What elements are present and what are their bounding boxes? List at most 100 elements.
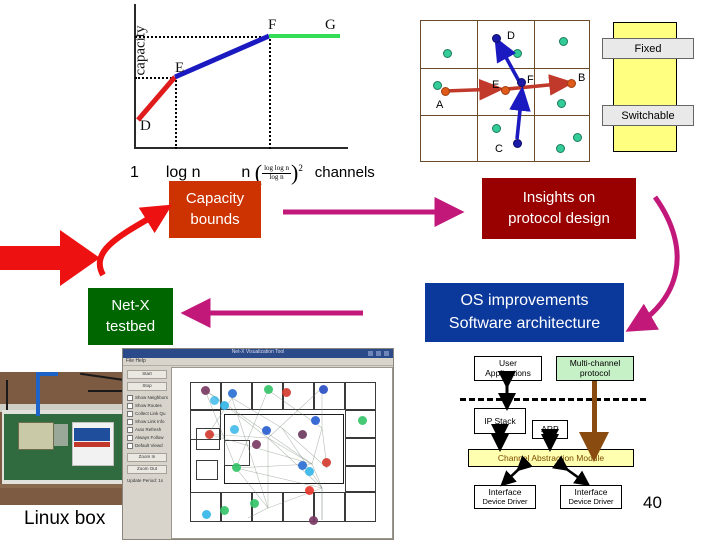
floorplan-node[interactable] xyxy=(311,416,320,425)
floorplan-node[interactable] xyxy=(322,458,331,467)
os-improvements-box[interactable]: OS improvements Software architecture xyxy=(425,283,624,342)
photo-ethernet-cable xyxy=(36,372,40,416)
floorplan-node[interactable] xyxy=(319,385,328,394)
chart-x-axis xyxy=(134,147,348,149)
checkbox-icon[interactable] xyxy=(127,403,133,409)
visualizer-status: Update Period: 1s xyxy=(127,478,164,483)
network-node xyxy=(492,124,501,133)
checkbox-show-link-info[interactable]: Show Link Info xyxy=(127,419,169,426)
arch-box-multi-channel-protocol: Multi-channel protocol xyxy=(556,356,634,381)
network-label-A: A xyxy=(436,99,444,111)
floorplan-node[interactable] xyxy=(202,510,211,519)
floorplan-node[interactable] xyxy=(252,440,261,449)
floorplan-node[interactable] xyxy=(250,499,259,508)
arch-kernel-boundary xyxy=(460,398,646,401)
network-node-A xyxy=(441,87,450,96)
netx-testbed-box[interactable]: Net-X testbed xyxy=(88,288,173,345)
checkbox-icon[interactable] xyxy=(127,435,133,441)
floorplan-node[interactable] xyxy=(262,426,271,435)
floorplan-canvas[interactable] xyxy=(171,367,393,539)
os-line1: OS improvements xyxy=(460,292,589,310)
checkbox-show-routes[interactable]: Show Routes xyxy=(127,403,169,410)
chart-y-axis xyxy=(134,4,136,148)
insights-box[interactable]: Insights on protocol design xyxy=(482,178,636,239)
floorplan-node[interactable] xyxy=(201,386,210,395)
window-title-bar[interactable]: Net-X Visualization Tool xyxy=(123,349,393,358)
chart-tick-logn xyxy=(175,77,177,149)
arch-ip-stack-label: IP Stack xyxy=(484,416,516,426)
menu-bar[interactable]: File Help xyxy=(123,358,393,366)
chart-point-label-D: D xyxy=(140,118,151,134)
arch-box-user-applications: User Applications xyxy=(474,356,542,381)
checkbox-icon[interactable] xyxy=(127,427,133,433)
capacity-chart: capacity D E F G xyxy=(112,0,412,185)
network-node-B xyxy=(567,79,576,88)
floorplan-elevator xyxy=(196,460,218,480)
arch-iface-left-line1: Interface xyxy=(488,487,522,497)
checkbox-label: Collect Link Qu xyxy=(135,411,166,417)
checkbox-icon[interactable] xyxy=(127,395,133,401)
floorplan-node[interactable] xyxy=(220,401,229,410)
floorplan-room xyxy=(345,466,376,492)
checkbox-auto-refresh[interactable]: Auto Refresh xyxy=(127,427,169,434)
checkbox-icon[interactable] xyxy=(127,419,133,425)
floorplan-node[interactable] xyxy=(305,486,314,495)
switchable-label-text: Switchable xyxy=(621,110,675,122)
floorplan-node[interactable] xyxy=(305,467,314,476)
close-icon[interactable] xyxy=(384,350,389,356)
chart-point-label-E: E xyxy=(175,60,185,76)
switchable-interface-label: Switchable xyxy=(602,105,694,126)
chart-fraction: log log n log n xyxy=(262,164,291,182)
checkbox-collect-link-quality[interactable]: Collect Link Qu xyxy=(127,411,169,418)
photo-chip xyxy=(54,424,68,446)
stop-button[interactable]: Stop xyxy=(127,382,167,391)
floorplan-node[interactable] xyxy=(230,425,239,434)
visualizer-sidebar[interactable]: Start Stop Show Neighbors Show Routes Co… xyxy=(124,367,170,539)
network-label-B: B xyxy=(578,72,586,84)
photo-antenna-wire-2 xyxy=(80,372,126,382)
chart-gridline-E xyxy=(135,77,175,79)
floorplan-node[interactable] xyxy=(205,430,214,439)
grid-vline-1 xyxy=(477,21,478,161)
photo-card-stripe xyxy=(74,428,110,441)
checkbox-icon[interactable] xyxy=(127,411,133,417)
network-node xyxy=(573,133,582,142)
floorplan-node[interactable] xyxy=(282,388,291,397)
floorplan-node[interactable] xyxy=(228,389,237,398)
capacity-bounds-box[interactable]: Capacity bounds xyxy=(169,181,261,238)
start-button[interactable]: Start xyxy=(127,370,167,379)
floorplan-node[interactable] xyxy=(309,516,318,525)
checkbox-show-neighbors[interactable]: Show Neighbors xyxy=(127,395,169,402)
network-node xyxy=(559,37,568,46)
chart-xtick-coeff: n xyxy=(241,164,251,182)
photo-card-stripe-2 xyxy=(74,442,110,447)
floorplan-node[interactable] xyxy=(232,463,241,472)
checkbox-label: Show Neighbors xyxy=(135,395,169,401)
chart-fraction-denominator: log n xyxy=(269,172,284,181)
linux-box-caption: Linux box xyxy=(24,508,106,529)
floorplan-room xyxy=(345,492,376,522)
minimize-icon[interactable] xyxy=(368,350,373,356)
fixed-interface-label: Fixed xyxy=(602,38,694,59)
insights-line2: protocol design xyxy=(508,209,610,227)
checkbox-icon[interactable] xyxy=(127,443,133,449)
checkbox-default-view[interactable]: Default Viewd xyxy=(127,443,169,450)
arch-user-applications-line2: Applications xyxy=(485,368,531,379)
floorplan-node[interactable] xyxy=(210,396,219,405)
floorplan-node[interactable] xyxy=(298,430,307,439)
checkbox-always-follow[interactable]: Always Follow xyxy=(127,435,169,442)
network-node xyxy=(443,49,452,58)
zoom-in-button[interactable]: Zoom In xyxy=(127,453,167,462)
floorplan-node[interactable] xyxy=(358,416,367,425)
network-label-E: E xyxy=(492,79,500,91)
arch-iface-right-line2: Device Driver xyxy=(568,497,614,507)
maximize-icon[interactable] xyxy=(376,350,381,356)
os-line2: Software architecture xyxy=(448,314,601,332)
floorplan-node[interactable] xyxy=(264,385,273,394)
arch-cam-label: Channel Abstraction Module xyxy=(497,453,605,463)
photo-antenna-wire-1 xyxy=(6,380,8,410)
zoom-out-button[interactable]: Zoom Out xyxy=(127,465,167,474)
floorplan-node[interactable] xyxy=(220,506,229,515)
network-label-D: D xyxy=(507,30,515,42)
netx-visualization-window[interactable]: Net-X Visualization Tool File Help Start… xyxy=(122,348,394,540)
